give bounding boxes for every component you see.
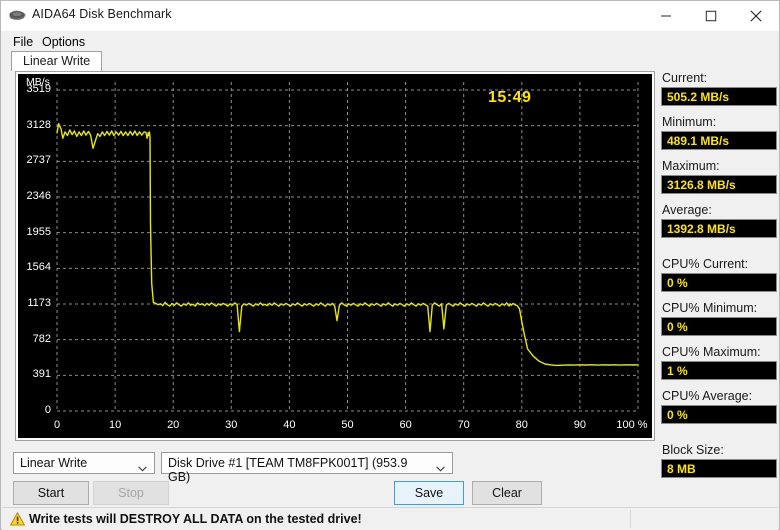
stat-label: CPU% Current: [662, 257, 749, 271]
window-title: AIDA64 Disk Benchmark [32, 7, 172, 21]
y-axis-tick-label: 391 [32, 368, 51, 381]
clear-button[interactable]: Clear [472, 481, 542, 505]
stat-label: Current: [662, 71, 708, 85]
x-axis-tick-label: 60 [399, 419, 412, 431]
status-warning-text: Write tests will DESTROY ALL DATA on the… [29, 512, 362, 526]
stat-label: CPU% Maximum: [662, 345, 761, 359]
stat-label: CPU% Average: [662, 389, 753, 403]
tab-linear-write[interactable]: Linear Write [11, 51, 103, 71]
close-button[interactable] [733, 1, 778, 30]
x-axis-tick-label: 80 [515, 419, 528, 431]
stat-value: 0 % [661, 405, 777, 424]
stat-label: Minimum: [662, 115, 717, 129]
stat-value: 489.1 MB/s [661, 131, 777, 150]
x-axis-tick-label: 40 [283, 419, 296, 431]
benchmark-chart-panel: MB/s 15:49 0 391 782 1173 1564 1955 2346 2737 31… [15, 71, 655, 441]
stat-value: 0 % [661, 317, 777, 336]
chevron-down-icon [138, 461, 147, 475]
stat-value: 0 % [661, 273, 777, 292]
aida64-disk-benchmark-window: AIDA64 Disk Benchmark File Options Linea… [0, 0, 780, 530]
tab-strip: Linear Write [11, 51, 771, 72]
menu-bar: File Options [1, 31, 779, 53]
stat-value: 505.2 MB/s [661, 87, 777, 106]
stat-label: Maximum: [662, 159, 720, 173]
y-axis-tick-label: 1955 [26, 225, 51, 238]
warning-triangle-icon [9, 511, 26, 529]
x-axis-tick-label: 0 [53, 419, 61, 431]
stat-label: CPU% Minimum: [662, 301, 758, 315]
stop-button: Stop [93, 481, 169, 505]
y-axis-tick-label: 0 [44, 404, 51, 416]
x-axis-tick-label: 100 % [616, 419, 648, 431]
status-separator [630, 510, 631, 528]
speed-trace-plot [56, 82, 639, 412]
y-axis-tick-label: 782 [32, 332, 51, 345]
x-axis-tick-label: 50 [341, 419, 354, 431]
stat-value: 8 MB [661, 459, 777, 478]
x-axis-tick-label: 90 [573, 419, 587, 431]
disk-drive-select[interactable]: Disk Drive #1 [TEAM TM8FPK001T] (953.9 G… [161, 452, 453, 484]
elapsed-timer: 15:49 [488, 89, 532, 106]
status-bar: Write tests will DESTROY ALL DATA on the… [2, 507, 778, 530]
x-axis-tick-label: 20 [167, 419, 180, 431]
chevron-down-icon [436, 461, 445, 475]
stat-value: 3126.8 MB/s [661, 175, 777, 194]
maximize-button[interactable] [688, 1, 733, 30]
x-axis-tick-label: 70 [457, 419, 470, 431]
stat-value: 1 % [661, 361, 777, 380]
benchmark-mode-select[interactable]: Linear Write [13, 452, 155, 474]
stat-label: Block Size: [662, 443, 724, 457]
minimize-button[interactable] [643, 1, 688, 30]
title-bar: AIDA64 Disk Benchmark [1, 1, 779, 31]
y-axis-tick-label: 2737 [26, 154, 51, 167]
stat-value: 1392.8 MB/s [661, 219, 777, 238]
y-axis-tick-label: 2346 [26, 190, 51, 202]
y-axis-tick-label: 3519 [26, 83, 51, 95]
statistics-panel: Current: 505.2 MB/s Minimum: 489.1 MB/s Maxi… [661, 71, 777, 487]
menu-item-file[interactable]: File [8, 34, 38, 50]
x-axis-tick-label: 10 [108, 419, 122, 431]
stat-label: Average: [662, 203, 712, 217]
disk-drive-value: Disk Drive #1 [TEAM TM8FPK001T] (953.9 G… [168, 456, 408, 484]
y-axis-tick-label: 1173 [27, 297, 51, 309]
y-axis-tick-label: 3128 [26, 118, 51, 131]
benchmark-mode-value: Linear Write [20, 456, 88, 470]
y-axis-tick-label: 1564 [26, 261, 51, 274]
x-axis-tick-label: 30 [225, 419, 238, 431]
menu-item-options[interactable]: Options [37, 34, 90, 50]
save-button[interactable]: Save [394, 481, 464, 505]
disk-drive-icon [9, 9, 26, 22]
chart-plot-area: MB/s 15:49 0 391 782 1173 1564 1955 2346 2737 31… [18, 74, 652, 438]
start-button[interactable]: Start [13, 481, 89, 505]
